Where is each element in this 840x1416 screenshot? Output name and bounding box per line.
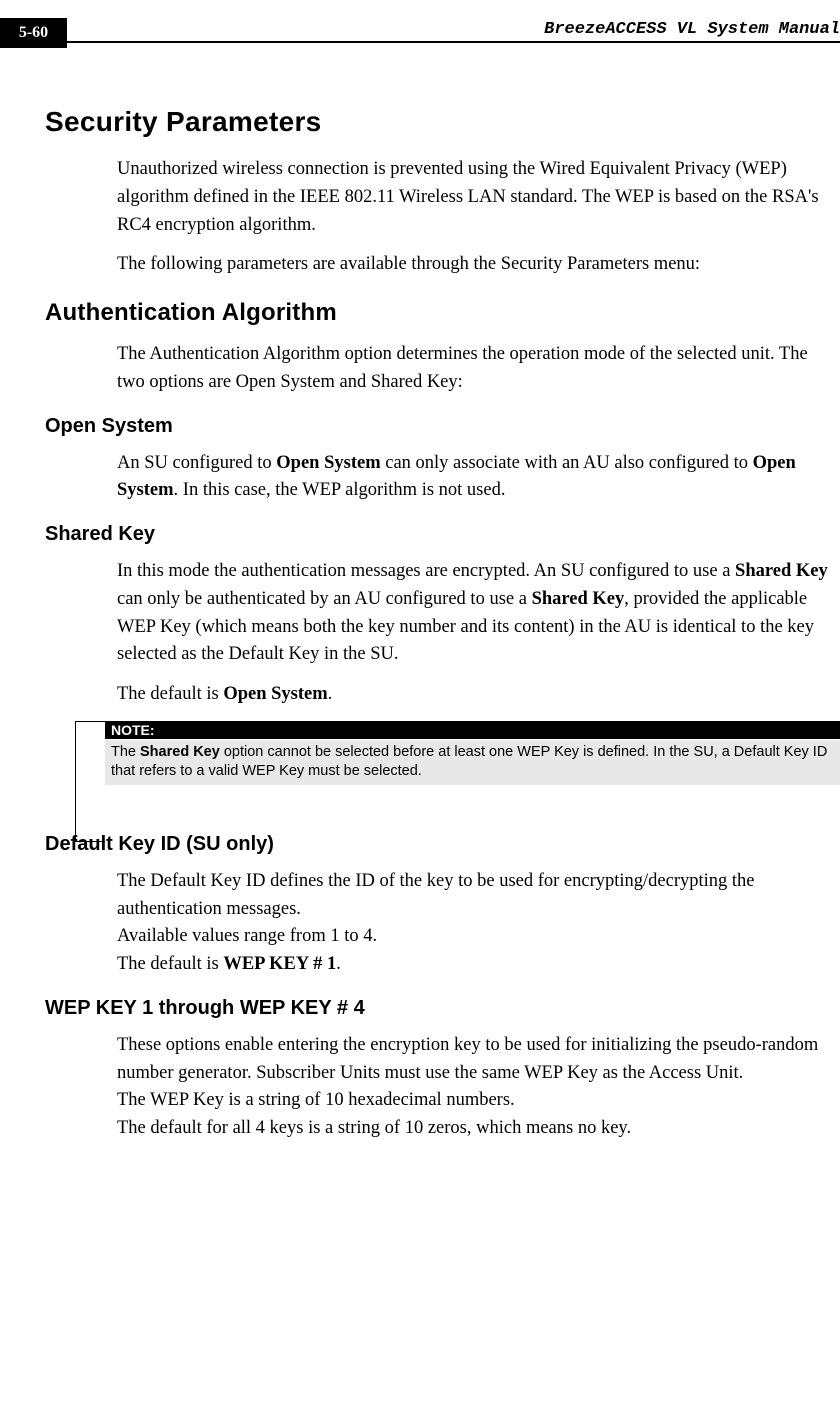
document-title: BreezeACCESS VL System Manual — [67, 18, 840, 43]
text: Available values range from 1 to 4. — [117, 926, 377, 946]
heading-wep-keys: WEP KEY 1 through WEP KEY # 4 — [45, 997, 840, 1020]
paragraph-wep-keys: These options enable entering the encryp… — [117, 1032, 840, 1143]
text: The — [111, 744, 140, 760]
text: The Default Key ID defines the ID of the… — [117, 871, 755, 919]
text: The WEP Key is a string of 10 hexadecima… — [117, 1090, 515, 1110]
text: . In this case, the WEP algorithm is not… — [174, 480, 506, 500]
page-number: 5-60 — [19, 24, 48, 42]
text: An SU configured to — [117, 453, 276, 473]
text: can only associate with an AU also confi… — [381, 453, 753, 473]
paragraph-intro-1: Unauthorized wireless connection is prev… — [117, 156, 840, 239]
heading-default-key-id: Default Key ID (SU only) — [45, 833, 840, 856]
note-box: NOTE: The Shared Key option cannot be se… — [105, 721, 840, 785]
page-content: Security Parameters Unauthorized wireles… — [0, 48, 840, 1143]
page-header: 5-60 BreezeACCESS VL System Manual — [0, 18, 840, 48]
text: . — [336, 954, 341, 974]
paragraph-default-open: The default is Open System. — [117, 681, 840, 709]
paragraph-shared-key: In this mode the authentication messages… — [117, 558, 840, 669]
note-label: NOTE: — [105, 721, 840, 739]
text: can only be authenticated by an AU confi… — [117, 589, 532, 609]
note-connector-line — [75, 721, 76, 841]
paragraph-default-key: The Default Key ID defines the ID of the… — [117, 868, 840, 979]
bold-text: Shared Key — [532, 589, 625, 609]
heading-security-parameters: Security Parameters — [45, 106, 840, 138]
note-callout: NOTE: The Shared Key option cannot be se… — [45, 721, 840, 785]
heading-authentication-algorithm: Authentication Algorithm — [45, 299, 840, 327]
heading-open-system: Open System — [45, 415, 840, 438]
paragraph-auth: The Authentication Algorithm option dete… — [117, 341, 840, 397]
text: The default is — [117, 684, 223, 704]
note-body: The Shared Key option cannot be selected… — [105, 740, 840, 785]
text: . — [328, 684, 333, 704]
heading-shared-key: Shared Key — [45, 523, 840, 546]
bold-text: Open System — [276, 453, 380, 473]
bold-text: WEP KEY # 1 — [223, 954, 336, 974]
bold-text: Shared Key — [735, 561, 828, 581]
note-connector-line — [75, 721, 105, 722]
bold-text: Shared Key — [140, 744, 220, 760]
paragraph-intro-2: The following parameters are available t… — [117, 251, 840, 279]
text: In this mode the authentication messages… — [117, 561, 735, 581]
text: These options enable entering the encryp… — [117, 1035, 818, 1083]
text: The default for all 4 keys is a string o… — [117, 1118, 631, 1138]
text: The default is — [117, 954, 223, 974]
note-connector-line — [75, 841, 105, 842]
paragraph-open-system: An SU configured to Open System can only… — [117, 450, 840, 506]
bold-text: Open System — [223, 684, 327, 704]
page-number-box: 5-60 — [0, 18, 67, 48]
